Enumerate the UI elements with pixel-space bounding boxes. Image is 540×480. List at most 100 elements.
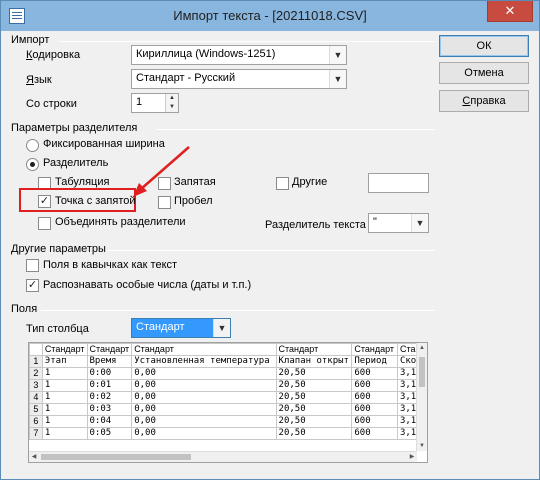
- from-row-label: Со строки: [26, 98, 77, 110]
- column-type-header[interactable]: Стандарт: [275, 343, 353, 356]
- other-params-section-title: Другие параметры: [11, 243, 106, 255]
- table-row: 5 1 0:03 0,00 20,50 600 3,1: [29, 403, 427, 416]
- text-delimiter-label: Разделитель текста: [265, 219, 366, 231]
- tab-label: Табуляция: [55, 176, 110, 188]
- table-cell: 20,50: [275, 427, 353, 440]
- table-cell: 0:04: [86, 415, 133, 428]
- scroll-up-icon[interactable]: ▲: [417, 343, 427, 353]
- table-cell: 0,00: [131, 391, 277, 404]
- table-row: 1 Этап Время Установленная температура Клапа…: [29, 355, 427, 368]
- separated-label: Разделитель: [43, 157, 109, 169]
- table-cell: 0:05: [86, 427, 133, 440]
- from-row-stepper[interactable]: 1 ▲ ▼: [131, 93, 179, 113]
- table-row: 2 1 0:00 0,00 20,50 600 3,1: [29, 367, 427, 380]
- vertical-scrollbar[interactable]: ▲ ▼: [416, 343, 427, 451]
- row-number: 1: [29, 355, 43, 368]
- row-number: 3: [29, 379, 43, 392]
- scroll-thumb[interactable]: [41, 454, 191, 460]
- semicolon-label: Точка с запятой: [55, 195, 136, 207]
- column-type-label: Тип столбца: [26, 323, 89, 335]
- table-cell: Этап: [41, 355, 88, 368]
- stepper-arrows-icon[interactable]: ▲ ▼: [165, 94, 178, 112]
- table-cell: 0:03: [86, 403, 133, 416]
- column-type-header[interactable]: Стандарт: [86, 343, 133, 356]
- divider: [107, 250, 435, 251]
- table-cell: 20,50: [275, 403, 353, 416]
- chevron-down-icon[interactable]: ▼: [329, 70, 346, 88]
- help-button[interactable]: Справка: [439, 90, 529, 112]
- table-cell: 600: [351, 415, 398, 428]
- separator-section-title: Параметры разделителя: [11, 122, 138, 134]
- table-cell: Клапан открыт: [275, 355, 353, 368]
- fixed-width-radio[interactable]: [26, 139, 39, 152]
- import-section-title: Импорт: [11, 34, 50, 46]
- table-row: 6 1 0:04 0,00 20,50 600 3,1: [29, 415, 427, 428]
- divider: [156, 129, 435, 130]
- language-label: Язык: [26, 74, 52, 86]
- semicolon-checkbox[interactable]: ✓: [38, 195, 51, 208]
- row-number: 4: [29, 391, 43, 404]
- divider: [59, 41, 435, 42]
- close-button[interactable]: ✕: [487, 1, 533, 22]
- table-cell: 600: [351, 403, 398, 416]
- scroll-down-icon[interactable]: ▼: [417, 441, 427, 451]
- separated-radio[interactable]: [26, 158, 39, 171]
- table-cell: 600: [351, 391, 398, 404]
- from-row-value: 1: [136, 96, 143, 108]
- scroll-left-icon[interactable]: ◀: [29, 452, 39, 462]
- chevron-down-icon[interactable]: ▼: [411, 214, 428, 232]
- scroll-right-icon[interactable]: ▶: [407, 452, 417, 462]
- table-cell: 600: [351, 427, 398, 440]
- table-cell: 20,50: [275, 391, 353, 404]
- chevron-down-icon[interactable]: ▼: [329, 46, 346, 64]
- scroll-thumb[interactable]: [419, 357, 425, 387]
- table-cell: 1: [41, 391, 88, 404]
- table-cell: 600: [351, 367, 398, 380]
- table-cell: 20,50: [275, 367, 353, 380]
- preview-grid[interactable]: Стандарт Стандарт Стандарт Стандарт Стандарт…: [28, 342, 428, 463]
- divider: [41, 310, 435, 311]
- other-separator-input[interactable]: [368, 173, 429, 193]
- encoding-select[interactable]: Кириллица (Windows-1251) ▼: [131, 45, 347, 65]
- quoted-as-text-label: Поля в кавычках как текст: [43, 259, 178, 271]
- column-type-header[interactable]: Стандарт: [351, 343, 398, 356]
- table-row: 3 1 0:01 0,00 20,50 600 3,1: [29, 379, 427, 392]
- row-number: 2: [29, 367, 43, 380]
- detect-special-label: Распознавать особые числа (даты и т.п.): [43, 279, 252, 291]
- column-type-header[interactable]: Стандарт: [131, 343, 277, 356]
- language-select[interactable]: Стандарт - Русский ▼: [131, 69, 347, 89]
- column-type-value: Стандарт: [136, 321, 185, 333]
- window-title: Импорт текста - [20211018.CSV]: [173, 8, 367, 23]
- table-cell: 0,00: [131, 379, 277, 392]
- row-number: 7: [29, 427, 43, 440]
- quoted-as-text-checkbox[interactable]: [26, 259, 39, 272]
- other-label: Другие: [292, 176, 328, 188]
- encoding-label: Кодировка: [26, 49, 81, 61]
- table-cell: 20,50: [275, 379, 353, 392]
- text-delimiter-value: ": [373, 216, 377, 228]
- table-cell: 0,00: [131, 427, 277, 440]
- table-cell: 1: [41, 427, 88, 440]
- preview-table: Стандарт Стандарт Стандарт Стандарт Стандарт…: [29, 343, 427, 440]
- text-delimiter-select[interactable]: " ▼: [368, 213, 429, 233]
- table-cell: Время: [86, 355, 133, 368]
- language-value: Стандарт - Русский: [136, 72, 236, 84]
- title-bar[interactable]: Импорт текста - [20211018.CSV] ✕: [1, 1, 539, 31]
- table-row: 7 1 0:05 0,00 20,50 600 3,1: [29, 427, 427, 440]
- ok-button[interactable]: ОК: [439, 35, 529, 57]
- merge-checkbox[interactable]: [38, 217, 51, 230]
- table-cell: Период: [351, 355, 398, 368]
- fields-section-title: Поля: [11, 303, 38, 315]
- other-checkbox[interactable]: [276, 177, 289, 190]
- detect-special-checkbox[interactable]: ✓: [26, 279, 39, 292]
- column-type-header[interactable]: Стандарт: [41, 343, 88, 356]
- row-number: 5: [29, 403, 43, 416]
- corner-cell: [29, 343, 43, 356]
- horizontal-scrollbar[interactable]: ◀ ▶: [29, 451, 417, 462]
- cancel-button[interactable]: Отмена: [439, 62, 529, 84]
- column-type-select[interactable]: Стандарт ▼: [131, 318, 231, 338]
- table-cell: Установленная температура: [131, 355, 277, 368]
- table-cell: 0,00: [131, 367, 277, 380]
- table-cell: 1: [41, 379, 88, 392]
- chevron-down-icon[interactable]: ▼: [213, 319, 230, 337]
